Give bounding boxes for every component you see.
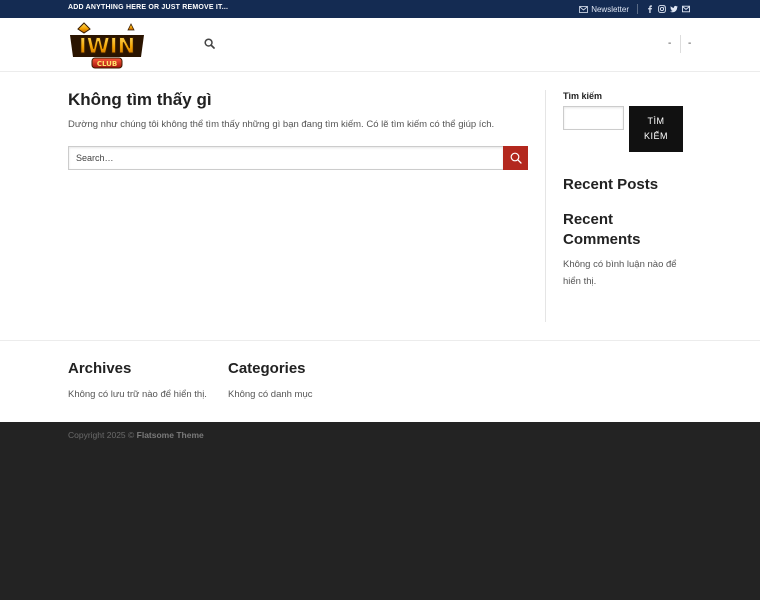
main-search-form: Search… [68, 146, 528, 170]
topbar-right: Newsletter [579, 3, 690, 15]
archives-text: Không có lưu trữ nào để hiển thị. [68, 389, 207, 400]
page-title: Không tìm thấy gì [68, 90, 212, 109]
logo-text: IWIN [79, 34, 135, 58]
logo-subtext: CLUB [97, 60, 117, 68]
absolute-footer: Copyright 2025 © Flatsome Theme [0, 422, 760, 600]
copyright-text: Copyright 2025 © Flatsome Theme [68, 430, 204, 440]
topbar-text: ADD ANYTHING HERE OR JUST REMOVE IT... [68, 4, 229, 11]
sidebar-search-button[interactable]: TÌM KIẾM [629, 106, 683, 152]
social-icons [646, 5, 690, 13]
facebook-icon[interactable] [646, 5, 654, 13]
nav-divider [680, 35, 681, 53]
envelope-icon[interactable] [682, 5, 690, 13]
instagram-icon[interactable] [658, 5, 666, 13]
site-logo[interactable]: IWIN CLUB [68, 20, 146, 70]
sidebar-search-input[interactable] [563, 106, 624, 130]
recent-posts-heading: Recent Posts [563, 176, 659, 193]
search-icon [510, 152, 522, 164]
nav-item-2[interactable]: - [688, 38, 691, 49]
envelope-icon [579, 5, 589, 13]
page-description: Dường như chúng tôi không thể tìm thấy n… [68, 119, 495, 130]
twitter-icon[interactable] [670, 5, 678, 13]
search-icon[interactable] [204, 38, 215, 49]
newsletter-label: Newsletter [591, 4, 629, 14]
copyright-prefix: Copyright 2025 © [68, 430, 135, 440]
theme-link[interactable]: Flatsome Theme [137, 430, 204, 440]
top-bar: ADD ANYTHING HERE OR JUST REMOVE IT... N… [0, 0, 760, 18]
nav-item-1[interactable]: - [668, 38, 671, 49]
topbar-divider [637, 4, 638, 14]
categories-heading: Categories [228, 360, 306, 377]
archives-heading: Archives [68, 360, 132, 377]
main-search-input[interactable]: Search… [68, 146, 503, 170]
footer-widgets: Archives Không có lưu trữ nào để hiển th… [0, 340, 760, 422]
main-search-button[interactable] [503, 146, 528, 170]
sidebar-search-label: Tìm kiếm [563, 91, 603, 101]
no-comments-text: Không có bình luận nào để hiển thị. [563, 259, 677, 287]
sidebar-divider [545, 90, 546, 322]
newsletter-link[interactable]: Newsletter [579, 5, 629, 14]
sidebar-search-button-line1: TÌM [647, 116, 665, 126]
recent-comments-heading: Recent Comments [563, 211, 641, 248]
site-header: IWIN CLUB - - [0, 18, 760, 72]
sidebar-search-button-line2: KIẾM [643, 131, 668, 141]
categories-text: Không có danh mục [228, 389, 313, 400]
